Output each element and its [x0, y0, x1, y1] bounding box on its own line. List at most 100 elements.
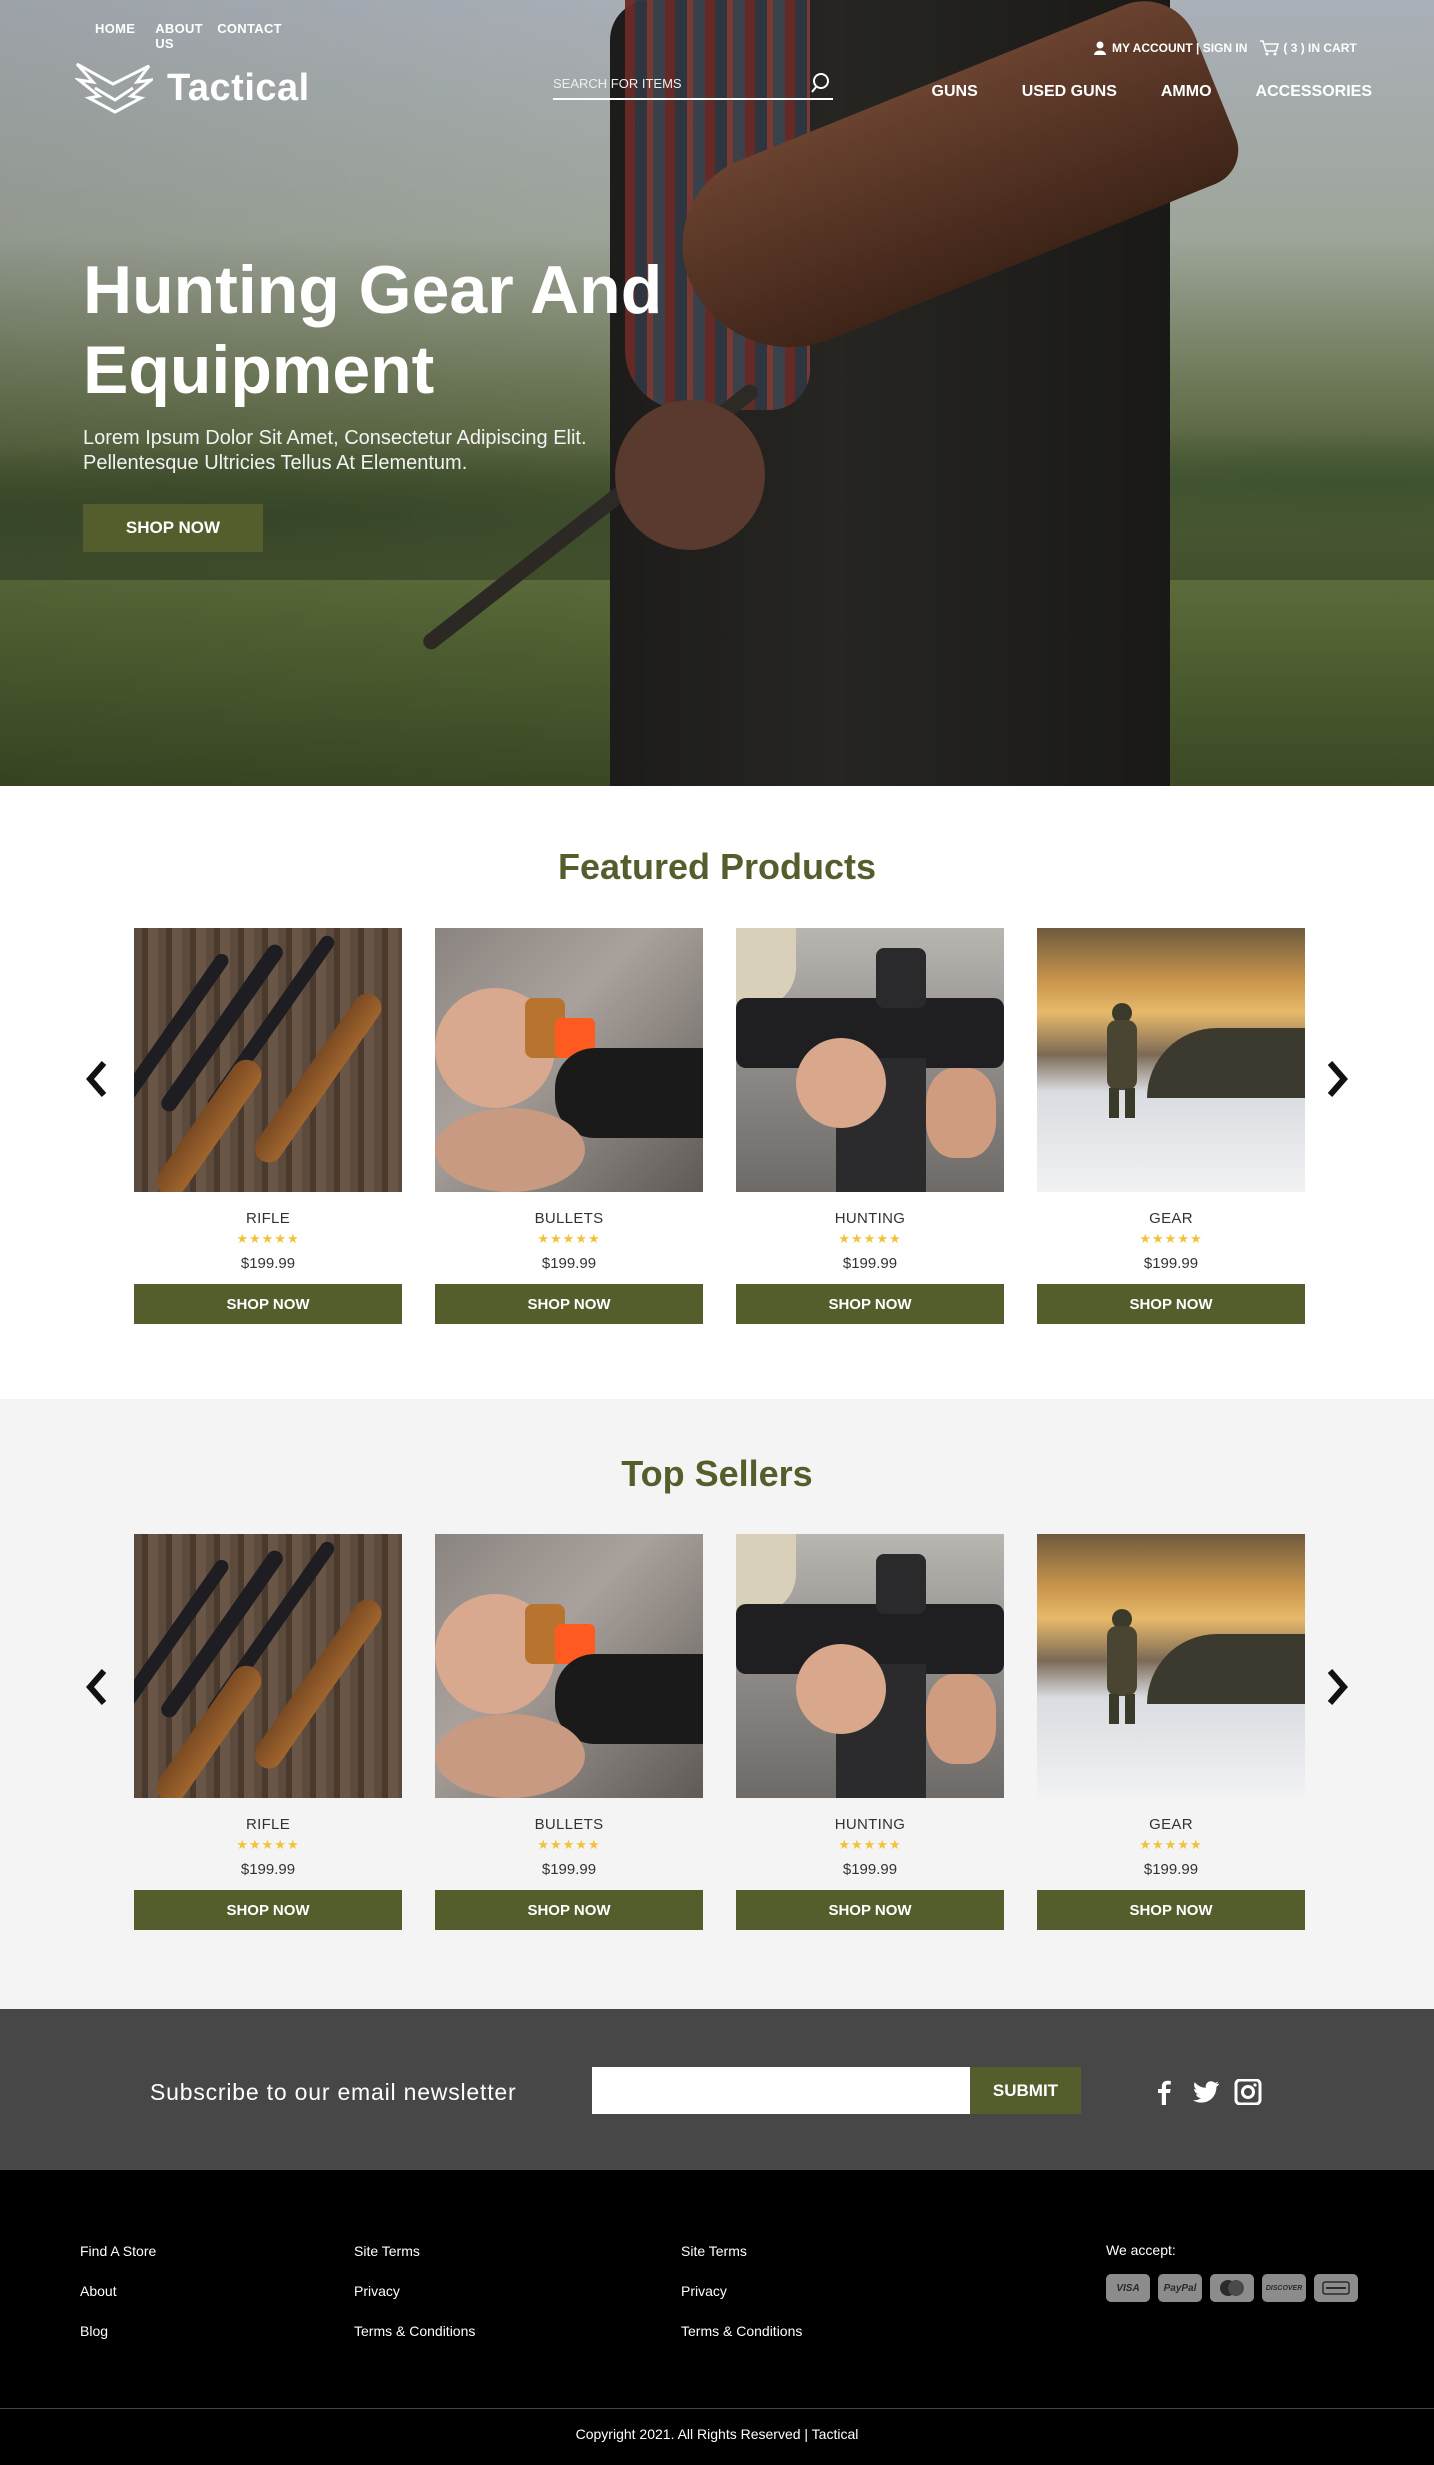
product-name: RIFLE — [245, 1210, 290, 1227]
product-card: GEAR ★★★★★ $199.99 SHOP NOW — [1037, 1534, 1305, 1930]
product-name: BULLETS — [534, 1816, 604, 1833]
nav-accessories[interactable]: ACCESSORIES — [1256, 83, 1372, 101]
product-image-hunting[interactable] — [736, 928, 1004, 1192]
shop-now-button[interactable]: SHOP NOW — [1037, 1284, 1305, 1324]
shop-now-button[interactable]: SHOP NOW — [736, 1890, 1004, 1930]
product-image-gear[interactable] — [1037, 928, 1305, 1192]
product-image-bullets[interactable] — [435, 1534, 703, 1798]
product-card: BULLETS ★★★★★ $199.99 SHOP NOW — [435, 928, 703, 1324]
product-image-bullets[interactable] — [435, 928, 703, 1192]
nav-used-guns[interactable]: USED GUNS — [1022, 83, 1117, 101]
hero-shop-now-button[interactable]: SHOP NOW — [83, 504, 263, 552]
search-icon[interactable] — [811, 72, 833, 94]
shop-now-button[interactable]: SHOP NOW — [736, 1284, 1004, 1324]
chevron-left-icon[interactable] — [82, 1667, 112, 1707]
cart-link[interactable]: ( 3 ) IN CART — [1259, 39, 1357, 57]
top-nav: HOME ABOUT US CONTACT — [95, 21, 282, 51]
product-name: GEAR — [1149, 1816, 1193, 1833]
product-price: $199.99 — [842, 1255, 898, 1272]
footer-link-site-terms[interactable]: Site Terms — [354, 2243, 475, 2261]
footer-column-2: Site Terms Privacy Terms & Conditions — [354, 2243, 475, 2341]
hero-subtitle: Lorem Ipsum Dolor Sit Amet, Consectetur … — [83, 427, 587, 474]
rating-stars: ★★★★★ — [1139, 1837, 1203, 1852]
section-title: Featured Products — [557, 846, 877, 887]
footer-divider — [0, 2408, 1434, 2409]
footer-column-1: Find A Store About Blog — [80, 2243, 156, 2341]
rating-stars: ★★★★★ — [838, 1231, 902, 1246]
footer-link-site-terms[interactable]: Site Terms — [681, 2243, 802, 2261]
rating-stars: ★★★★★ — [537, 1837, 601, 1852]
chevron-right-icon[interactable] — [1322, 1059, 1352, 1099]
footer-link-about[interactable]: About — [80, 2283, 156, 2301]
instagram-icon[interactable] — [1234, 2079, 1262, 2105]
cart-count: ( 3 ) IN CART — [1283, 41, 1357, 55]
nav-about-us[interactable]: ABOUT US — [155, 21, 202, 51]
account-sign-in-link[interactable]: MY ACCOUNT | SIGN IN — [1112, 41, 1247, 55]
twitter-icon[interactable] — [1192, 2079, 1220, 2105]
product-image-rifle[interactable] — [134, 928, 402, 1192]
footer-link-terms[interactable]: Terms & Conditions — [354, 2323, 475, 2341]
social-links — [1150, 2079, 1262, 2105]
product-card: GEAR ★★★★★ $199.99 SHOP NOW — [1037, 928, 1305, 1324]
mastercard-icon — [1210, 2274, 1254, 2302]
rating-stars: ★★★★★ — [236, 1231, 300, 1246]
rating-stars: ★★★★★ — [236, 1837, 300, 1852]
product-price: $199.99 — [240, 1255, 296, 1272]
main-nav: GUNS USED GUNS AMMO ACCESSORIES — [932, 83, 1372, 101]
nav-home[interactable]: HOME — [95, 21, 135, 51]
nav-guns[interactable]: GUNS — [932, 83, 978, 101]
payment-label: We accept: — [1106, 2242, 1176, 2258]
newsletter-email-input[interactable] — [592, 2067, 970, 2114]
account-area: MY ACCOUNT | SIGN IN ( 3 ) IN CART — [1094, 39, 1357, 57]
footer-link-terms[interactable]: Terms & Conditions — [681, 2323, 802, 2341]
shop-now-button[interactable]: SHOP NOW — [1037, 1890, 1305, 1930]
nav-ammo[interactable]: AMMO — [1161, 83, 1212, 101]
cart-icon — [1260, 40, 1280, 56]
amex-icon — [1314, 2274, 1358, 2302]
facebook-icon[interactable] — [1150, 2079, 1178, 2105]
chevron-right-icon[interactable] — [1322, 1667, 1352, 1707]
paypal-icon: PayPal — [1158, 2274, 1202, 2302]
search-input[interactable] — [553, 75, 811, 91]
featured-products-section: Featured Products RIFLE ★★★★★ $199.99 SH… — [0, 786, 1434, 1399]
product-image-hunting[interactable] — [736, 1534, 1004, 1798]
newsletter-submit-button[interactable]: SUBMIT — [970, 2067, 1081, 2114]
shop-now-button[interactable]: SHOP NOW — [134, 1284, 402, 1324]
product-name: GEAR — [1149, 1210, 1193, 1227]
product-card: HUNTING ★★★★★ $199.99 SHOP NOW — [736, 928, 1004, 1324]
top-sellers-section: Top Sellers RIFLE ★★★★★ $199.99 SHOP NOW — [0, 1399, 1434, 2009]
site-footer: Find A Store About Blog Site Terms Priva… — [0, 2170, 1434, 2465]
nav-contact[interactable]: CONTACT — [217, 21, 282, 51]
hero-title: Hunting Gear And Equipment — [83, 252, 663, 408]
product-name: HUNTING — [834, 1210, 906, 1227]
shop-now-button[interactable]: SHOP NOW — [435, 1284, 703, 1324]
brand-name: Tactical — [167, 66, 310, 109]
search-bar — [553, 68, 833, 100]
rating-stars: ★★★★★ — [1139, 1231, 1203, 1246]
footer-link-privacy[interactable]: Privacy — [681, 2283, 802, 2301]
visa-icon: VISA — [1106, 2274, 1150, 2302]
brand-logo[interactable]: Tactical — [75, 60, 310, 116]
shop-now-button[interactable]: SHOP NOW — [435, 1890, 703, 1930]
product-card: RIFLE ★★★★★ $199.99 SHOP NOW — [134, 928, 402, 1324]
product-card: HUNTING ★★★★★ $199.99 SHOP NOW — [736, 1534, 1004, 1930]
shop-now-button[interactable]: SHOP NOW — [134, 1890, 402, 1930]
product-name: HUNTING — [834, 1816, 906, 1833]
rating-stars: ★★★★★ — [537, 1231, 601, 1246]
product-image-rifle[interactable] — [134, 1534, 402, 1798]
chevron-left-icon[interactable] — [82, 1059, 112, 1099]
footer-column-3: Site Terms Privacy Terms & Conditions — [681, 2243, 802, 2341]
product-price: $199.99 — [541, 1861, 597, 1878]
footer-link-blog[interactable]: Blog — [80, 2323, 156, 2341]
newsletter-section: Subscribe to our email newsletter SUBMIT — [0, 2009, 1434, 2170]
product-price: $199.99 — [842, 1861, 898, 1878]
user-icon — [1094, 41, 1106, 55]
product-name: RIFLE — [245, 1816, 290, 1833]
product-name: BULLETS — [534, 1210, 604, 1227]
payment-methods: VISA PayPal DISCOVER — [1106, 2274, 1358, 2302]
discover-icon: DISCOVER — [1262, 2274, 1306, 2302]
footer-link-find-store[interactable]: Find A Store — [80, 2243, 156, 2261]
footer-link-privacy[interactable]: Privacy — [354, 2283, 475, 2301]
product-image-gear[interactable] — [1037, 1534, 1305, 1798]
product-price: $199.99 — [240, 1861, 296, 1878]
